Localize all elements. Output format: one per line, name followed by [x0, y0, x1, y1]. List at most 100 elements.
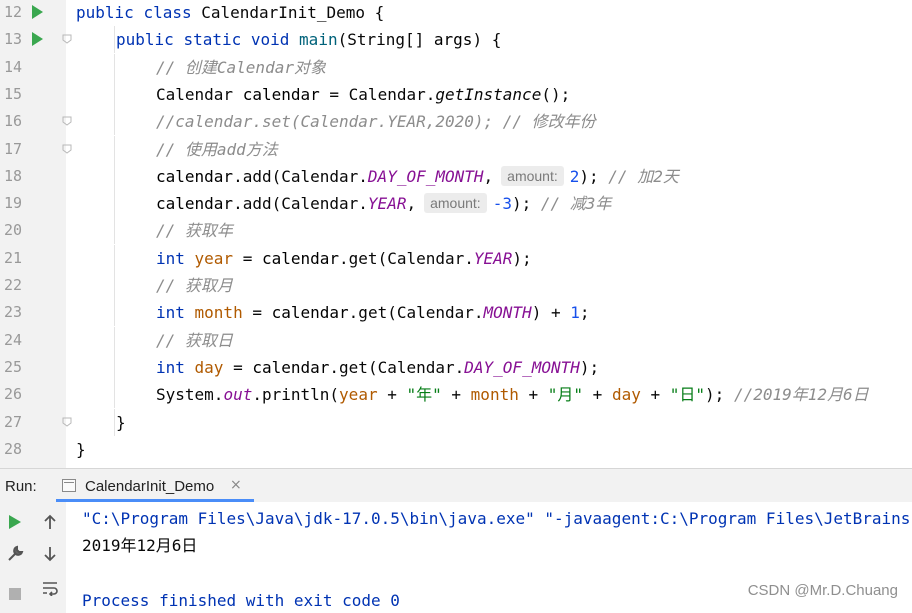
code-token: .add(Calendar.	[233, 166, 368, 186]
close-tab-icon[interactable]: ×	[230, 477, 242, 493]
code-line[interactable]: 27}	[0, 408, 912, 436]
code-token: // 减3年	[540, 194, 612, 214]
code-text: // 获取月	[156, 272, 233, 299]
rerun-button[interactable]	[1, 508, 29, 536]
fold-marker-icon[interactable]	[62, 116, 72, 126]
indent-guide	[114, 408, 115, 436]
line-number: 21	[3, 248, 22, 267]
soft-wrap-button[interactable]	[36, 574, 64, 602]
code-token: }	[76, 439, 86, 459]
run-tab[interactable]: CalendarInit_Demo ×	[56, 469, 254, 502]
line-number: 20	[3, 221, 22, 240]
code-token: +	[441, 385, 471, 405]
line-number: 19	[3, 194, 22, 213]
code-token: .get(Calendar.	[348, 303, 484, 323]
code-text: int month = calendar.get(Calendar.MONTH)…	[156, 299, 590, 326]
code-token: calendar	[261, 248, 340, 268]
code-token: year	[194, 248, 234, 268]
code-line[interactable]: 21 int year = calendar.get(Calendar.YEAR)…	[0, 244, 912, 272]
scroll-down-button[interactable]	[36, 540, 64, 568]
scroll-up-button[interactable]	[36, 508, 64, 536]
run-gutter-icon[interactable]	[32, 32, 43, 47]
code-line[interactable]: 19 calendar.add(Calendar.YEAR, amount: -3);…	[0, 190, 912, 218]
code-token: =	[242, 303, 272, 323]
code-text: //calendar.set(Calendar.YEAR,2020); // 修…	[156, 108, 596, 135]
code-token: // 获取年	[156, 221, 233, 241]
code-editor[interactable]: 12 public class CalendarInit_Demo { 13 publ…	[0, 0, 912, 468]
code-token: calendar	[242, 84, 320, 104]
code-text: // 使用add方法	[156, 136, 278, 163]
rerun-icon	[9, 515, 21, 529]
code-token: CalendarInit_Demo	[201, 3, 375, 22]
code-line[interactable]: 28}	[0, 436, 912, 463]
code-text: int day = calendar.get(Calendar.DAY_OF_M…	[156, 354, 599, 381]
code-line[interactable]: 25 int day = calendar.get(Calendar.DAY_OF…	[0, 353, 912, 381]
code-text: int year = calendar.get(Calendar.YEAR);	[156, 245, 532, 272]
code-line[interactable]: 12 public class CalendarInit_Demo {	[0, 0, 912, 26]
code-token: );	[511, 194, 541, 214]
code-token: public	[116, 30, 184, 50]
code-token: //calendar.set(Calendar.YEAR,2020); // 修…	[156, 112, 596, 132]
code-token: =	[223, 357, 253, 377]
fold-marker-icon[interactable]	[62, 144, 72, 154]
code-line[interactable]: 20 // 获取年	[0, 217, 912, 245]
code-token: static	[183, 30, 251, 50]
code-line[interactable]: 13 public static void main(String[] args)…	[0, 26, 912, 54]
code-line[interactable]: 22 // 获取月	[0, 272, 912, 299]
indent-guide	[114, 299, 115, 327]
code-token: int	[156, 303, 195, 323]
code-line[interactable]: 26 System.out.println(year + "年" + month …	[0, 381, 912, 409]
code-text: // 获取年	[156, 217, 233, 244]
code-token: //2019年12月6日	[733, 385, 869, 405]
code-token: // 创建Calendar对象	[156, 57, 326, 77]
code-line[interactable]: 23 int month = calendar.get(Calendar.MONT…	[0, 299, 912, 327]
run-gutter-icon[interactable]	[32, 5, 43, 19]
fold-marker-icon[interactable]	[62, 417, 72, 427]
code-token: month	[194, 303, 243, 323]
code-line[interactable]: 17 // 使用add方法	[0, 135, 912, 163]
code-text: // 获取日	[156, 327, 233, 354]
console-window-icon	[62, 479, 76, 492]
indent-guide	[114, 326, 115, 354]
code-line[interactable]: 18 calendar.add(Calendar.DAY_OF_MONTH, amo…	[0, 162, 912, 190]
code-line[interactable]: 24 // 获取日	[0, 326, 912, 354]
code-line[interactable]: 15 Calendar calendar = Calendar.getInstan…	[0, 80, 912, 108]
code-token: int	[156, 248, 195, 268]
indent-guide	[114, 190, 115, 218]
settings-button[interactable]	[1, 540, 29, 568]
indent-guide	[114, 135, 115, 163]
arrow-up-icon	[44, 514, 56, 529]
parameter-hint: amount:	[424, 193, 487, 214]
code-text: public static void main(String[] args) {	[116, 26, 501, 53]
code-token: +	[377, 385, 407, 405]
code-text: }	[116, 409, 126, 436]
code-token: year	[339, 385, 378, 405]
code-line[interactable]: 14 // 创建Calendar对象	[0, 53, 912, 81]
code-token: calendar	[156, 194, 234, 214]
code-line[interactable]: 16 //calendar.set(Calendar.YEAR,2020); //…	[0, 108, 912, 136]
indent-guide	[114, 381, 115, 409]
indent-guide	[114, 26, 115, 54]
code-token: DAY_OF_MONTH	[464, 357, 580, 377]
code-token: class	[143, 3, 202, 22]
indent-guide	[114, 217, 115, 245]
code-token: ();	[541, 84, 571, 104]
code-token: out	[223, 385, 253, 405]
code-token: ) +	[531, 303, 571, 323]
run-toolbar	[0, 502, 66, 613]
code-token: ) {	[472, 30, 502, 50]
code-token: =	[233, 248, 262, 268]
code-token: "日"	[669, 385, 706, 405]
console-command-line: "C:\Program Files\Java\jdk-17.0.5\bin\ja…	[82, 509, 911, 528]
line-number: 13	[3, 30, 22, 49]
stop-button[interactable]	[1, 580, 29, 608]
indent-guide	[114, 162, 115, 190]
line-number: 27	[3, 412, 22, 431]
code-token: .add(Calendar.	[233, 194, 368, 214]
fold-marker-icon[interactable]	[62, 34, 72, 44]
code-token: // 使用add方法	[156, 139, 278, 159]
code-token: calendar	[156, 166, 234, 186]
code-text: // 创建Calendar对象	[156, 54, 326, 81]
code-token: "年"	[406, 385, 442, 405]
code-text: System.out.println(year + "年" + month + …	[156, 381, 869, 408]
